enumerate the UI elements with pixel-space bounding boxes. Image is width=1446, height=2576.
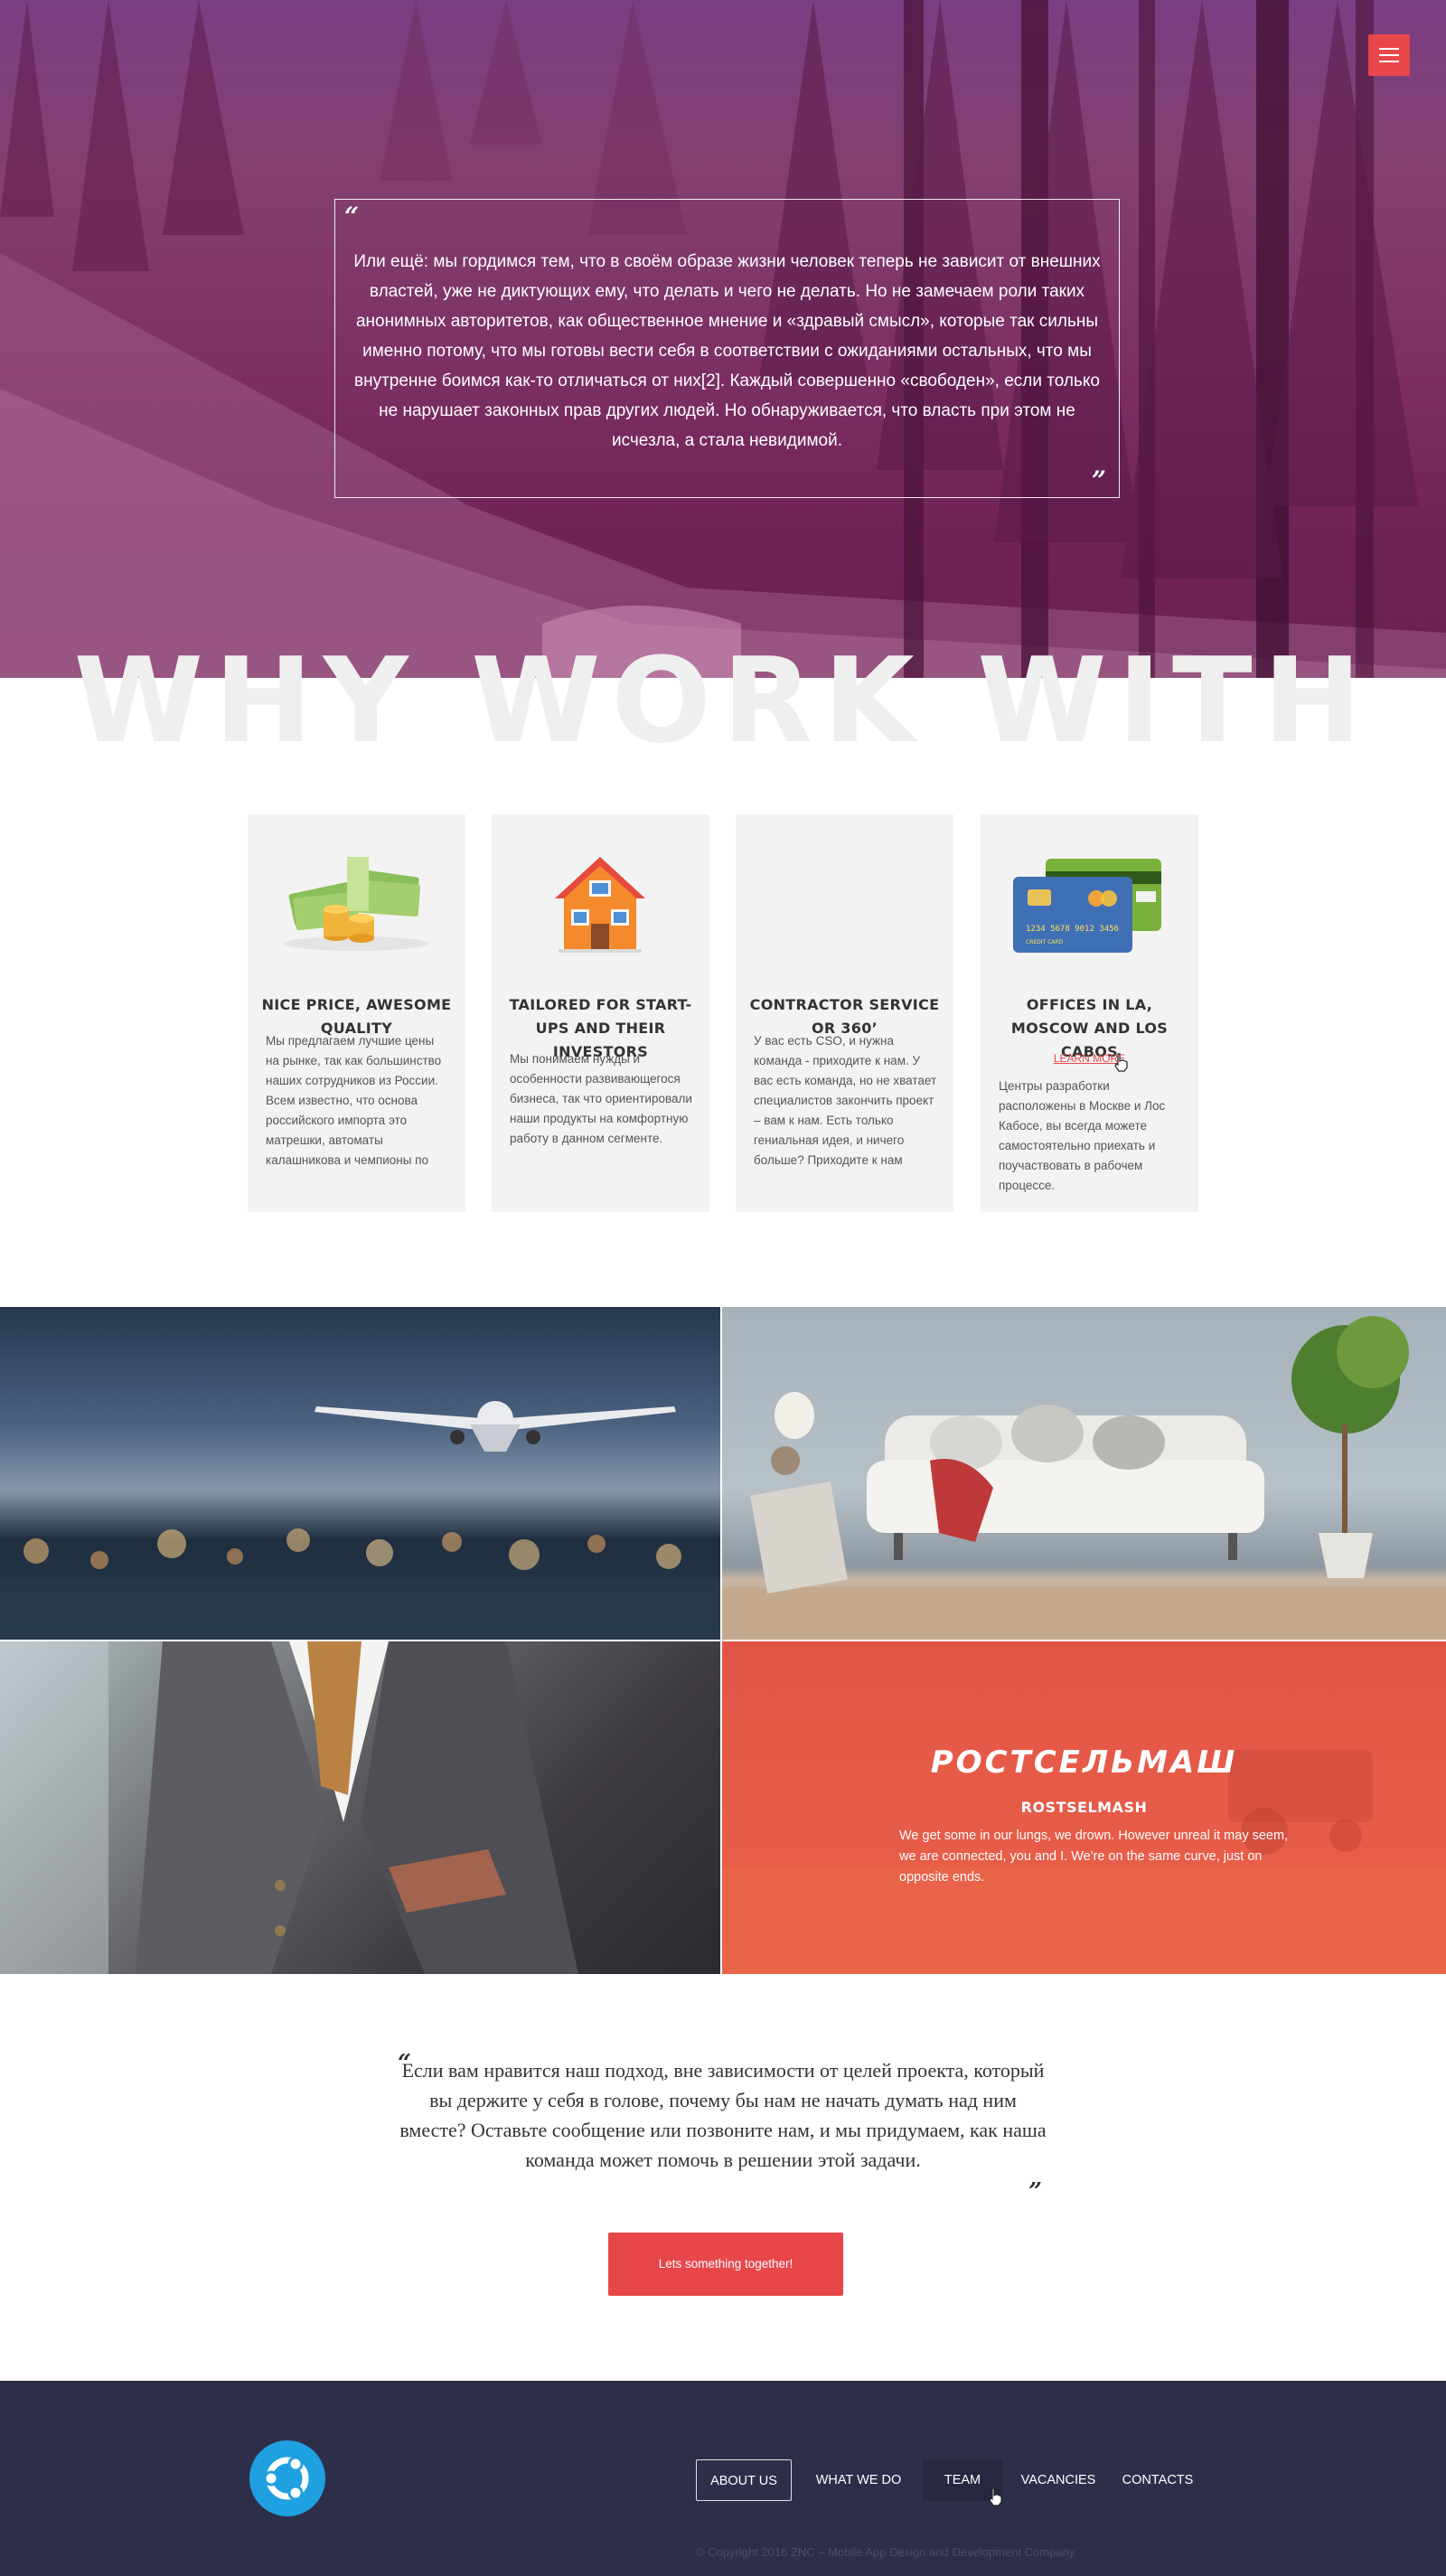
learn-more-link[interactable]: LEARN MORE [981, 1052, 1198, 1065]
money-icon [248, 846, 465, 954]
card-text: Мы предлагаем лучшие цены на рынке, так … [266, 1034, 442, 1167]
contact-cta-button[interactable]: Lets something together! [608, 2233, 843, 2296]
rostselmash-logo: РОСТСЕЛЬМАШ [930, 1744, 1238, 1781]
nav-about-us[interactable]: ABOUT US [696, 2459, 792, 2501]
card-text: Мы понимаем нужды и особенности развиваю… [510, 1052, 692, 1145]
credit-card-icon: 1234 5678 9012 3456 CREDIT CARD [981, 846, 1198, 954]
cta-quote-text: Если вам нравится наш подход, вне зависи… [399, 2059, 1047, 2171]
sofa-image [722, 1307, 1446, 1640]
quote-close-mark: ” [1091, 465, 1106, 495]
nav-contacts[interactable]: CONTACTS [1117, 2459, 1198, 2501]
feature-card-startups: TAILORED FOR START-UPS AND THEIR INVESTO… [492, 814, 709, 1212]
cta-quote-close-mark: ” [1028, 2178, 1042, 2205]
ubuntu-logo-icon[interactable] [249, 2440, 325, 2516]
footer: ABOUT US WHAT WE DO TEAM VACANCIES CONTA… [0, 2381, 1446, 2576]
hero-quote-text: Или ещё: мы гордимся тем, что в своём об… [353, 252, 1101, 450]
hero-quote-box: “ Или ещё: мы гордимся тем, что в своём … [334, 199, 1120, 498]
nav-vacancies[interactable]: VACANCIES [1012, 2459, 1104, 2501]
brand-description: We get some in our lungs, we drown. Howe… [899, 1829, 1289, 1885]
house-icon [492, 846, 709, 954]
copyright-text: © Copyright 2016 ZNC – Mobile App Design… [696, 2545, 1077, 2559]
quote-open-mark: “ [344, 202, 360, 231]
suit-image [0, 1641, 720, 1974]
card-text: У вас есть CSO, и нужна команда - приход… [754, 1034, 937, 1167]
feature-card-contractor: CONTRACTOR SERVICE OR 360’ У вас есть CS… [736, 814, 953, 1212]
card-text: Центры разработки расположены в Москве и… [999, 1079, 1166, 1192]
menu-button[interactable] [1368, 34, 1410, 76]
footer-nav: ABOUT US WHAT WE DO TEAM VACANCIES CONTA… [696, 2459, 1198, 2501]
card-label: CREDIT CARD [1026, 939, 1064, 945]
feature-card-price: NICE PRICE, AWESOME QUALITY Мы предлагае… [248, 814, 465, 1212]
feature-card-offices: 1234 5678 9012 3456 CREDIT CARD OFFICES … [981, 814, 1198, 1212]
card-number: 1234 5678 9012 3456 [1026, 925, 1119, 934]
why-work-title: WHY WORK WITH US [73, 633, 1373, 750]
nav-team[interactable]: TEAM [923, 2459, 1002, 2501]
brand-name: ROSTSELMASH [1020, 1799, 1148, 1816]
nav-what-we-do[interactable]: WHAT WE DO [806, 2459, 911, 2501]
features-cards: NICE PRICE, AWESOME QUALITY Мы предлагае… [248, 814, 1198, 1212]
hero-section: “ Или ещё: мы гордимся тем, что в своём … [0, 0, 1446, 678]
rostselmash-tile[interactable]: РОСТСЕЛЬМАШ ROSTSELMASH We get some in o… [722, 1641, 1446, 1974]
airplane-image [0, 1307, 720, 1640]
